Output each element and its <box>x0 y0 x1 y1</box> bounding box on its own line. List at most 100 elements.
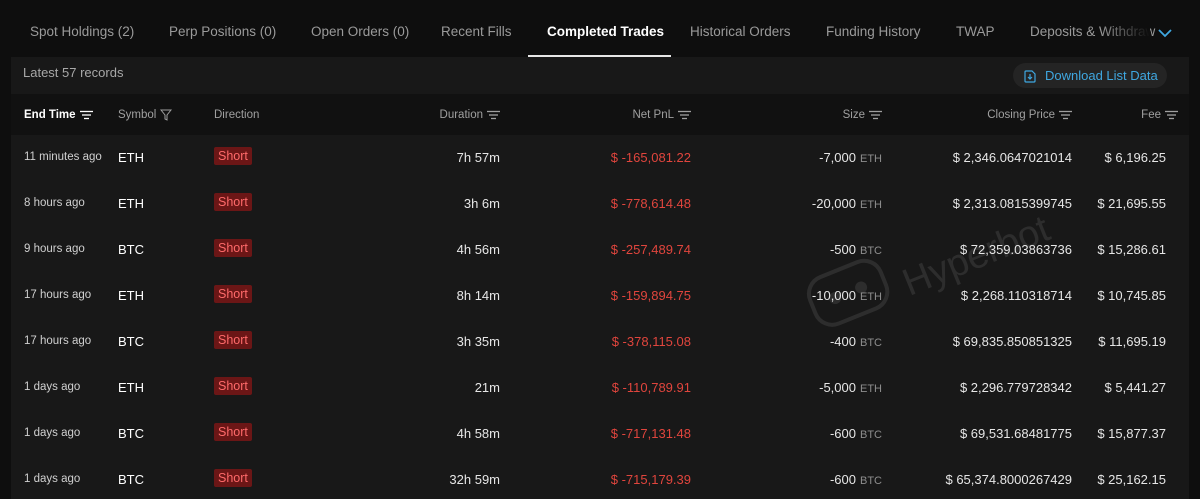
table-row[interactable]: 1 days ago ETH Short 21m $ -110,789.91 -… <box>11 365 1189 411</box>
size-unit: ETH <box>860 383 882 395</box>
symbol-cell: BTC <box>118 426 144 441</box>
size-unit: ETH <box>860 291 882 303</box>
size-unit: ETH <box>860 153 882 165</box>
duration-cell: 32h 59m <box>449 472 500 487</box>
closing-price-cell: $ 72,359.03863736 <box>959 242 1072 257</box>
closing-price-cell: $ 2,313.0815399745 <box>952 196 1072 211</box>
column-header-closing-price[interactable]: Closing Price <box>987 109 1072 121</box>
symbol-cell: BTC <box>118 242 144 257</box>
tab-funding-history[interactable]: Funding History <box>826 24 921 39</box>
net-pnl-header-label: Net PnL <box>632 109 674 121</box>
table-row[interactable]: 1 days ago BTC Short 4h 58m $ -717,131.4… <box>11 411 1189 457</box>
filter-icon[interactable] <box>160 109 173 121</box>
fee-header-label: Fee <box>1141 109 1161 121</box>
duration-cell: 7h 57m <box>456 150 500 165</box>
records-count: Latest 57 records <box>23 65 124 80</box>
table-header: End Time Symbol Direction Duration Net P… <box>11 94 1189 135</box>
size-value: -500 <box>829 242 856 257</box>
net-pnl-cell: $ -257,489.74 <box>610 242 691 257</box>
duration-cell: 21m <box>474 380 500 395</box>
tab-open-orders[interactable]: Open Orders (0) <box>311 24 409 39</box>
size-value: -10,000 <box>811 288 856 303</box>
closing-price-cell: $ 2,268.110318714 <box>960 288 1072 303</box>
direction-badge: Short <box>214 377 252 395</box>
tab-recent-fills[interactable]: Recent Fills <box>441 24 512 39</box>
closing-price-cell: $ 65,374.8000267429 <box>945 472 1072 487</box>
table-row[interactable]: 17 hours ago ETH Short 8h 14m $ -159,894… <box>11 273 1189 319</box>
size-value: -5,000 <box>819 380 856 395</box>
column-header-fee[interactable]: Fee <box>1141 109 1178 121</box>
sort-icon <box>1059 110 1072 120</box>
end-time-cell: 17 hours ago <box>24 289 92 301</box>
size-value: -7,000 <box>819 150 856 165</box>
table-row[interactable]: 1 days ago BTC Short 32h 59m $ -715,179.… <box>11 457 1189 499</box>
direction-badge: Short <box>214 193 252 211</box>
closing-price-cell: $ 69,531.68481775 <box>959 426 1072 441</box>
size-unit: BTC <box>860 245 882 257</box>
direction-badge: Short <box>214 147 252 165</box>
duration-cell: 4h 56m <box>456 242 500 257</box>
fee-cell: $ 11,695.19 <box>1098 334 1166 349</box>
size-unit: BTC <box>860 337 882 349</box>
duration-cell: 3h 6m <box>463 196 500 211</box>
symbol-header-label: Symbol <box>118 109 157 121</box>
size-value: -400 <box>829 334 856 349</box>
sort-icon <box>487 110 500 120</box>
net-pnl-cell: $ -778,614.48 <box>610 196 691 211</box>
fee-cell: $ 25,162.15 <box>1097 472 1166 487</box>
net-pnl-cell: $ -717,131.48 <box>610 426 691 441</box>
sort-icon <box>1165 110 1178 120</box>
duration-cell: 4h 58m <box>456 426 500 441</box>
fee-cell: $ 15,877.37 <box>1097 426 1166 441</box>
symbol-cell: ETH <box>118 288 144 303</box>
download-icon <box>1024 69 1036 83</box>
end-time-header-label: End Time <box>24 109 76 121</box>
direction-badge: Short <box>214 423 252 441</box>
direction-badge: Short <box>214 469 252 487</box>
completed-trades-panel: Latest 57 records Download List Data End… <box>11 57 1189 499</box>
direction-badge: Short <box>214 331 252 349</box>
table-row[interactable]: 11 minutes ago ETH Short 7h 57m $ -165,0… <box>11 135 1189 181</box>
table-row[interactable]: 17 hours ago BTC Short 3h 35m $ -378,115… <box>11 319 1189 365</box>
column-header-direction: Direction <box>214 109 259 121</box>
end-time-cell: 1 days ago <box>24 427 81 439</box>
tab-deposits-withdraw[interactable]: Deposits & Withdraw <box>1030 24 1155 39</box>
download-list-data-button[interactable]: Download List Data <box>1013 63 1167 88</box>
size-cell: -600 BTC <box>830 472 882 487</box>
column-header-symbol[interactable]: Symbol <box>118 109 173 121</box>
tab-historical-orders[interactable]: Historical Orders <box>690 24 791 39</box>
tab-twap[interactable]: TWAP <box>956 24 995 39</box>
size-value: -20,000 <box>811 196 856 211</box>
size-header-label: Size <box>842 109 865 121</box>
column-header-size[interactable]: Size <box>843 109 882 121</box>
sort-icon <box>869 110 882 120</box>
duration-cell: 8h 14m <box>456 288 500 303</box>
column-header-end-time[interactable]: End Time <box>24 109 93 121</box>
chevron-down-icon[interactable] <box>1154 24 1176 42</box>
symbol-cell: ETH <box>118 380 144 395</box>
table-row[interactable]: 9 hours ago BTC Short 4h 56m $ -257,489.… <box>11 227 1189 273</box>
duration-cell: 3h 35m <box>456 334 500 349</box>
table-row[interactable]: 8 hours ago ETH Short 3h 6m $ -778,614.4… <box>11 181 1189 227</box>
size-unit: ETH <box>860 199 882 211</box>
tab-completed-trades[interactable]: Completed Trades <box>547 24 664 39</box>
direction-header-label: Direction <box>214 109 260 121</box>
column-header-net-pnl[interactable]: Net PnL <box>632 109 691 121</box>
size-value: -600 <box>829 426 856 441</box>
fee-cell: $ 5,441.27 <box>1104 380 1166 395</box>
tab-spot-holdings[interactable]: Spot Holdings (2) <box>30 24 134 39</box>
size-cell: -7,000 ETH <box>819 150 882 165</box>
net-pnl-cell: $ -165,081.22 <box>610 150 691 165</box>
duration-header-label: Duration <box>439 109 483 121</box>
fee-cell: $ 15,286.61 <box>1097 242 1166 257</box>
download-button-label: Download List Data <box>1045 68 1158 83</box>
closing-price-cell: $ 2,346.0647021014 <box>952 150 1072 165</box>
direction-badge: Short <box>214 285 252 303</box>
direction-badge: Short <box>214 239 252 257</box>
column-header-duration[interactable]: Duration <box>440 109 500 121</box>
end-time-cell: 9 hours ago <box>24 243 85 255</box>
end-time-cell: 1 days ago <box>24 381 81 393</box>
closing-price-header-label: Closing Price <box>987 109 1055 121</box>
tab-perp-positions[interactable]: Perp Positions (0) <box>169 24 276 39</box>
size-cell: -500 BTC <box>830 242 882 257</box>
